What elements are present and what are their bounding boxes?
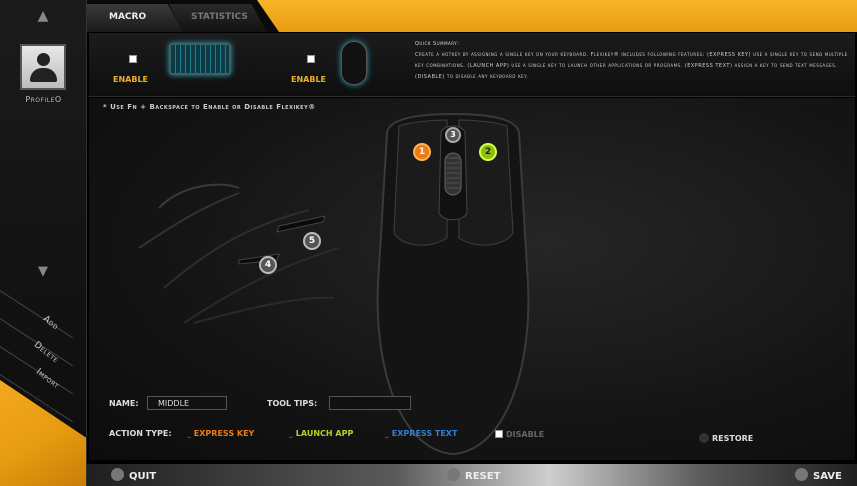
mouse-enable-checkbox[interactable] (307, 55, 315, 63)
macro-editor: * Use Fn + Backspace to Enable or Disabl… (89, 98, 855, 460)
device-selector: ENABLE ENABLE Quick Summary: Create a ho… (89, 33, 855, 97)
keyboard-enable-checkbox[interactable] (129, 55, 137, 63)
add-button[interactable]: Add (41, 314, 60, 332)
bottom-bar: QUIT RESET SAVE (87, 464, 857, 486)
button-5-marker[interactable]: 5 (303, 232, 321, 250)
mouse-device-icon[interactable] (341, 41, 367, 85)
profile-avatar[interactable] (20, 44, 66, 90)
sidebar: ▲ ProfileO ▼ Add Delete Import Export (0, 0, 87, 486)
keyboard-enable-label: ENABLE (113, 75, 149, 84)
save-label: SAVE (813, 471, 842, 482)
tab-macro[interactable]: MACRO (87, 4, 183, 32)
reset-label: RESET (465, 471, 501, 482)
divider (0, 290, 73, 339)
keyboard-device-icon[interactable] (169, 43, 231, 75)
quit-label: QUIT (129, 471, 157, 482)
restore-label: RESTORE (712, 434, 754, 443)
profile-label: ProfileO (25, 95, 62, 104)
reset-icon (447, 468, 460, 481)
import-button[interactable]: Import (34, 367, 61, 391)
disable-label: DISABLE (506, 430, 545, 439)
tab-statistics[interactable]: STATISTICS (169, 4, 267, 32)
user-head-icon (37, 53, 50, 66)
user-body-icon (30, 68, 57, 82)
action-type-label: ACTION TYPE: (109, 429, 172, 438)
sidebar-orange-panel (0, 380, 86, 486)
scroll-down-icon[interactable]: ▼ (8, 264, 78, 284)
tool-tips-input[interactable] (329, 396, 411, 410)
button-1-marker[interactable]: 1 (413, 143, 431, 161)
button-2-marker[interactable]: 2 (479, 143, 497, 161)
header-accent-bar (257, 0, 857, 32)
disable-checkbox[interactable] (495, 430, 503, 438)
button-3-marker[interactable]: 3 (445, 127, 461, 143)
express-key-label: EXPRESS KEY (193, 429, 255, 438)
tool-tips-label: TOOL TIPS: (267, 399, 318, 408)
express-text-option[interactable]: _ EXPRESS TEXT (385, 429, 457, 438)
save-icon (795, 468, 808, 481)
quick-summary-text: Create a hotkey by assigning a single ke… (415, 52, 848, 80)
save-button[interactable]: SAVE (795, 468, 842, 482)
restore-button[interactable]: RESTORE (699, 433, 753, 443)
express-text-label: EXPRESS TEXT (391, 429, 458, 438)
tab-bar: STATISTICS MACRO (87, 0, 857, 32)
name-label: NAME: (109, 399, 139, 408)
express-key-option[interactable]: _ EXPRESS KEY (187, 429, 254, 438)
quit-icon (111, 468, 124, 481)
reset-button[interactable]: RESET (447, 468, 500, 482)
disable-option[interactable]: DISABLE (495, 429, 544, 439)
launch-app-option[interactable]: _ LAUNCH APP (289, 429, 353, 438)
quick-summary-title: Quick Summary: (415, 41, 460, 47)
mouse-enable-label: ENABLE (291, 75, 327, 84)
launch-app-label: LAUNCH APP (295, 429, 354, 438)
button-4-marker[interactable]: 4 (259, 256, 277, 274)
quick-summary: Quick Summary: Create a hotkey by assign… (415, 39, 851, 83)
delete-button[interactable]: Delete (32, 340, 60, 365)
scroll-up-icon[interactable]: ▲ (8, 5, 78, 27)
quit-button[interactable]: QUIT (111, 468, 156, 482)
restore-icon (699, 433, 709, 443)
name-input[interactable] (147, 396, 227, 410)
